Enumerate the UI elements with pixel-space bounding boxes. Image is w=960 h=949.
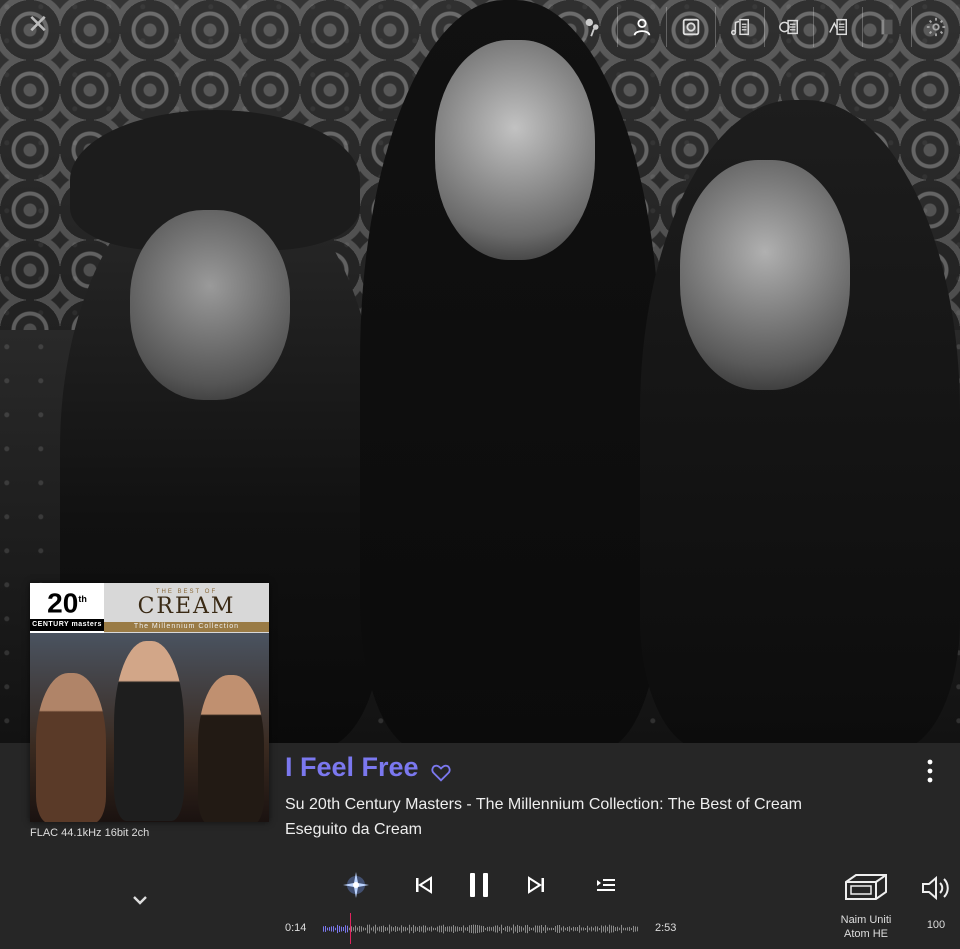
- lyrics-button[interactable]: [715, 7, 764, 47]
- volume-level: 100: [926, 919, 946, 931]
- playback-controls: [340, 868, 630, 904]
- audio-format: FLAC 44.1kHz 16bit 2ch: [30, 827, 150, 839]
- album-icon: [682, 18, 700, 36]
- skip-previous-icon: [416, 876, 432, 894]
- elapsed-time: 0:14: [285, 922, 307, 934]
- band-member-right: [640, 100, 960, 743]
- queue-icon: [597, 879, 615, 891]
- pause-icon: [470, 873, 488, 897]
- output-device-button[interactable]: Naim Uniti Atom HE: [834, 872, 898, 941]
- device-name-line2: Atom HE: [843, 928, 888, 940]
- playhead[interactable]: [350, 913, 351, 944]
- track-title[interactable]: I Feel Free: [285, 752, 419, 783]
- band-member-center: [360, 0, 660, 743]
- review-button[interactable]: [813, 7, 862, 47]
- previous-button[interactable]: [412, 868, 436, 902]
- credits-icon: [779, 19, 798, 35]
- review-icon: [829, 18, 847, 36]
- cover-badge-number: 20: [47, 587, 79, 619]
- heart-icon[interactable]: [430, 762, 452, 784]
- more-options-icon[interactable]: [918, 758, 942, 784]
- skip-next-icon: [528, 876, 544, 894]
- settings-icon: [926, 17, 946, 37]
- pin-icon: [585, 18, 599, 37]
- waveform-seekbar[interactable]: [323, 914, 639, 944]
- album-line[interactable]: Su 20th Century Masters - The Millennium…: [285, 796, 802, 814]
- album-cover[interactable]: 20th CENTURY masters THE BEST OF CREAM T…: [30, 583, 269, 822]
- volume-button[interactable]: 100: [918, 874, 954, 931]
- cover-badge-sub: CENTURY masters: [30, 619, 104, 632]
- cover-subtitle: The Millennium Collection: [104, 622, 269, 632]
- device-name-line1: Naim Uniti: [840, 914, 892, 926]
- artist-line[interactable]: Eseguito da Cream: [285, 821, 422, 839]
- album-info-button[interactable]: [666, 7, 715, 47]
- cover-band-name: CREAM: [137, 594, 236, 619]
- cover-photo: [30, 633, 269, 822]
- chevron-down-icon[interactable]: [130, 890, 150, 910]
- cover-badge-sup: th: [78, 594, 87, 604]
- top-toolbar: [569, 6, 960, 48]
- volume-icon: [922, 875, 949, 901]
- artist-info-button[interactable]: [617, 7, 666, 47]
- pin-button[interactable]: [569, 7, 617, 47]
- next-button[interactable]: [524, 868, 548, 902]
- booklet-button[interactable]: [862, 7, 911, 47]
- pause-button[interactable]: [464, 868, 494, 902]
- lyrics-icon: [731, 18, 749, 36]
- credits-button[interactable]: [764, 7, 813, 47]
- artist-icon: [633, 18, 651, 36]
- close-icon[interactable]: ✕: [26, 11, 50, 37]
- duration-time: 2:53: [655, 922, 677, 934]
- queue-button[interactable]: [594, 868, 618, 902]
- streamer-device-icon: [845, 874, 887, 900]
- settings-button[interactable]: [911, 7, 960, 47]
- audio-enhancer-button[interactable]: [340, 868, 372, 902]
- sparkle-icon: [343, 872, 369, 898]
- book-icon: [881, 19, 893, 35]
- cover-badge: 20th CENTURY masters: [30, 583, 104, 633]
